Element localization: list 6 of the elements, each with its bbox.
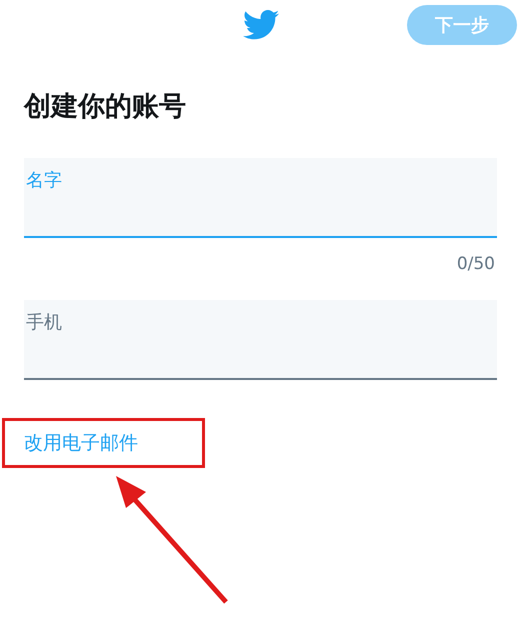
- use-email-link[interactable]: 改用电子邮件: [24, 430, 138, 456]
- page-title: 创建你的账号: [24, 90, 187, 124]
- input-field[interactable]: 手机: [24, 300, 497, 380]
- character-counter: 0/50: [456, 254, 495, 274]
- input-field[interactable]: 名字: [24, 158, 497, 238]
- bird-icon: [242, 10, 278, 40]
